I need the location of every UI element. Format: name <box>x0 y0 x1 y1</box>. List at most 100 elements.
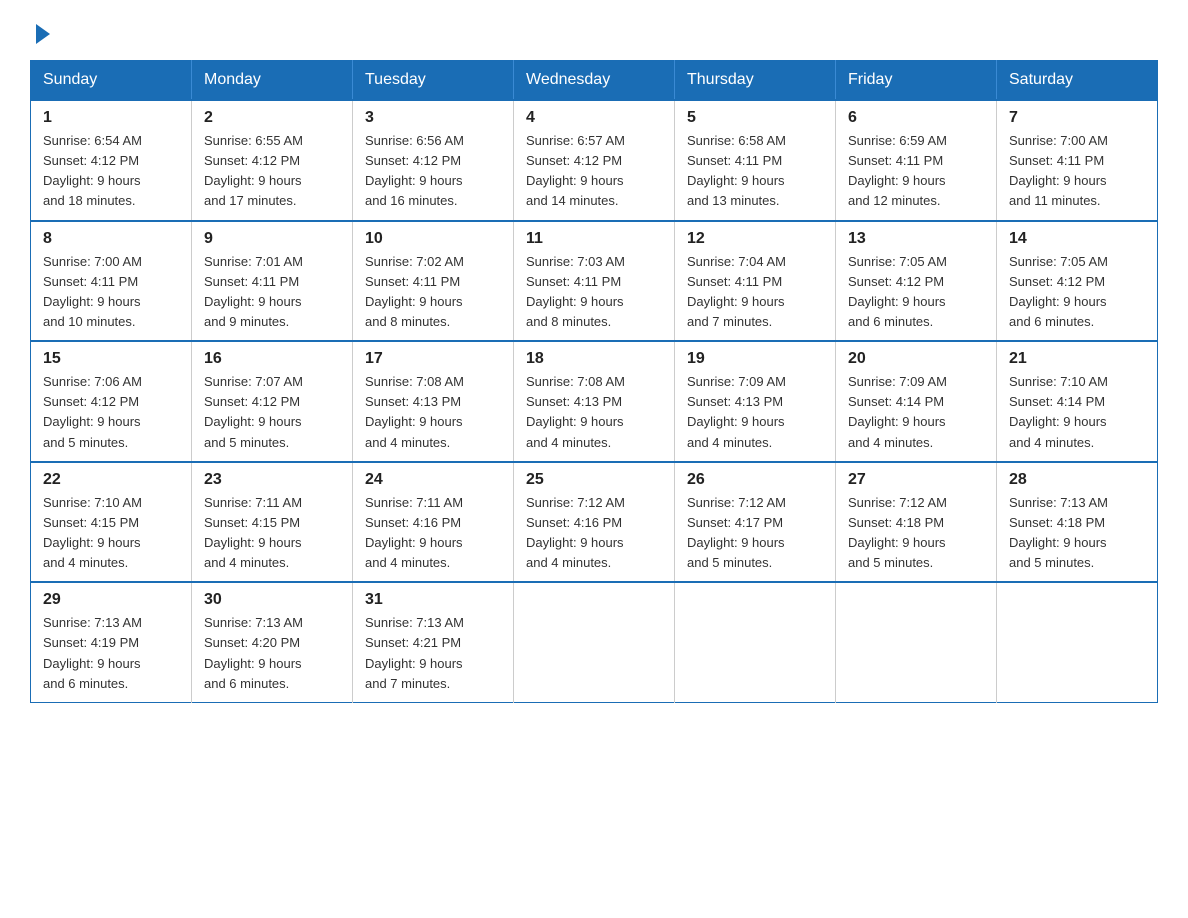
day-info: Sunrise: 7:00 AM Sunset: 4:11 PM Dayligh… <box>1009 131 1145 212</box>
day-info: Sunrise: 6:54 AM Sunset: 4:12 PM Dayligh… <box>43 131 179 212</box>
calendar-header: SundayMondayTuesdayWednesdayThursdayFrid… <box>31 61 1158 101</box>
day-info: Sunrise: 7:13 AM Sunset: 4:21 PM Dayligh… <box>365 613 501 694</box>
day-number: 29 <box>43 591 179 609</box>
week-row-5: 29 Sunrise: 7:13 AM Sunset: 4:19 PM Dayl… <box>31 582 1158 702</box>
day-info: Sunrise: 7:13 AM Sunset: 4:19 PM Dayligh… <box>43 613 179 694</box>
week-row-1: 1 Sunrise: 6:54 AM Sunset: 4:12 PM Dayli… <box>31 100 1158 221</box>
day-number: 25 <box>526 471 662 489</box>
calendar-cell: 6 Sunrise: 6:59 AM Sunset: 4:11 PM Dayli… <box>836 100 997 221</box>
calendar-cell: 19 Sunrise: 7:09 AM Sunset: 4:13 PM Dayl… <box>675 341 836 462</box>
calendar-cell <box>836 582 997 702</box>
day-number: 6 <box>848 109 984 127</box>
day-info: Sunrise: 7:05 AM Sunset: 4:12 PM Dayligh… <box>848 252 984 333</box>
day-number: 16 <box>204 350 340 368</box>
calendar-cell: 13 Sunrise: 7:05 AM Sunset: 4:12 PM Dayl… <box>836 221 997 342</box>
day-info: Sunrise: 7:12 AM Sunset: 4:18 PM Dayligh… <box>848 493 984 574</box>
day-info: Sunrise: 7:08 AM Sunset: 4:13 PM Dayligh… <box>526 372 662 453</box>
day-info: Sunrise: 7:05 AM Sunset: 4:12 PM Dayligh… <box>1009 252 1145 333</box>
day-number: 31 <box>365 591 501 609</box>
calendar-cell: 23 Sunrise: 7:11 AM Sunset: 4:15 PM Dayl… <box>192 462 353 583</box>
day-number: 2 <box>204 109 340 127</box>
day-number: 11 <box>526 230 662 248</box>
day-number: 19 <box>687 350 823 368</box>
calendar-cell: 9 Sunrise: 7:01 AM Sunset: 4:11 PM Dayli… <box>192 221 353 342</box>
day-number: 22 <box>43 471 179 489</box>
weekday-monday: Monday <box>192 61 353 101</box>
calendar-cell: 20 Sunrise: 7:09 AM Sunset: 4:14 PM Dayl… <box>836 341 997 462</box>
day-info: Sunrise: 6:55 AM Sunset: 4:12 PM Dayligh… <box>204 131 340 212</box>
calendar-cell: 4 Sunrise: 6:57 AM Sunset: 4:12 PM Dayli… <box>514 100 675 221</box>
day-number: 21 <box>1009 350 1145 368</box>
day-info: Sunrise: 7:13 AM Sunset: 4:20 PM Dayligh… <box>204 613 340 694</box>
day-number: 15 <box>43 350 179 368</box>
weekday-row: SundayMondayTuesdayWednesdayThursdayFrid… <box>31 61 1158 101</box>
calendar-cell: 7 Sunrise: 7:00 AM Sunset: 4:11 PM Dayli… <box>997 100 1158 221</box>
calendar-cell: 5 Sunrise: 6:58 AM Sunset: 4:11 PM Dayli… <box>675 100 836 221</box>
day-number: 26 <box>687 471 823 489</box>
calendar-cell: 28 Sunrise: 7:13 AM Sunset: 4:18 PM Dayl… <box>997 462 1158 583</box>
day-info: Sunrise: 7:08 AM Sunset: 4:13 PM Dayligh… <box>365 372 501 453</box>
day-info: Sunrise: 7:09 AM Sunset: 4:14 PM Dayligh… <box>848 372 984 453</box>
calendar-cell: 30 Sunrise: 7:13 AM Sunset: 4:20 PM Dayl… <box>192 582 353 702</box>
calendar-cell: 1 Sunrise: 6:54 AM Sunset: 4:12 PM Dayli… <box>31 100 192 221</box>
day-number: 28 <box>1009 471 1145 489</box>
day-number: 1 <box>43 109 179 127</box>
weekday-saturday: Saturday <box>997 61 1158 101</box>
day-number: 18 <box>526 350 662 368</box>
calendar-cell: 17 Sunrise: 7:08 AM Sunset: 4:13 PM Dayl… <box>353 341 514 462</box>
calendar-cell: 8 Sunrise: 7:00 AM Sunset: 4:11 PM Dayli… <box>31 221 192 342</box>
day-info: Sunrise: 6:59 AM Sunset: 4:11 PM Dayligh… <box>848 131 984 212</box>
day-info: Sunrise: 7:01 AM Sunset: 4:11 PM Dayligh… <box>204 252 340 333</box>
day-info: Sunrise: 7:11 AM Sunset: 4:15 PM Dayligh… <box>204 493 340 574</box>
calendar-cell: 18 Sunrise: 7:08 AM Sunset: 4:13 PM Dayl… <box>514 341 675 462</box>
logo-arrow-icon <box>36 24 50 44</box>
week-row-3: 15 Sunrise: 7:06 AM Sunset: 4:12 PM Dayl… <box>31 341 1158 462</box>
day-number: 20 <box>848 350 984 368</box>
day-info: Sunrise: 7:00 AM Sunset: 4:11 PM Dayligh… <box>43 252 179 333</box>
day-number: 30 <box>204 591 340 609</box>
day-info: Sunrise: 7:02 AM Sunset: 4:11 PM Dayligh… <box>365 252 501 333</box>
day-info: Sunrise: 6:57 AM Sunset: 4:12 PM Dayligh… <box>526 131 662 212</box>
day-info: Sunrise: 7:10 AM Sunset: 4:15 PM Dayligh… <box>43 493 179 574</box>
day-number: 17 <box>365 350 501 368</box>
day-info: Sunrise: 7:10 AM Sunset: 4:14 PM Dayligh… <box>1009 372 1145 453</box>
weekday-wednesday: Wednesday <box>514 61 675 101</box>
day-number: 24 <box>365 471 501 489</box>
calendar-cell: 14 Sunrise: 7:05 AM Sunset: 4:12 PM Dayl… <box>997 221 1158 342</box>
weekday-friday: Friday <box>836 61 997 101</box>
calendar-cell: 21 Sunrise: 7:10 AM Sunset: 4:14 PM Dayl… <box>997 341 1158 462</box>
page-header <box>30 20 1158 40</box>
day-number: 9 <box>204 230 340 248</box>
calendar-cell: 11 Sunrise: 7:03 AM Sunset: 4:11 PM Dayl… <box>514 221 675 342</box>
calendar-cell: 29 Sunrise: 7:13 AM Sunset: 4:19 PM Dayl… <box>31 582 192 702</box>
day-number: 3 <box>365 109 501 127</box>
day-info: Sunrise: 7:11 AM Sunset: 4:16 PM Dayligh… <box>365 493 501 574</box>
calendar-cell <box>997 582 1158 702</box>
day-number: 14 <box>1009 230 1145 248</box>
calendar-cell: 24 Sunrise: 7:11 AM Sunset: 4:16 PM Dayl… <box>353 462 514 583</box>
day-number: 4 <box>526 109 662 127</box>
day-number: 13 <box>848 230 984 248</box>
calendar-cell: 22 Sunrise: 7:10 AM Sunset: 4:15 PM Dayl… <box>31 462 192 583</box>
week-row-4: 22 Sunrise: 7:10 AM Sunset: 4:15 PM Dayl… <box>31 462 1158 583</box>
calendar-cell: 25 Sunrise: 7:12 AM Sunset: 4:16 PM Dayl… <box>514 462 675 583</box>
day-info: Sunrise: 7:13 AM Sunset: 4:18 PM Dayligh… <box>1009 493 1145 574</box>
day-info: Sunrise: 7:12 AM Sunset: 4:16 PM Dayligh… <box>526 493 662 574</box>
day-number: 12 <box>687 230 823 248</box>
day-info: Sunrise: 7:06 AM Sunset: 4:12 PM Dayligh… <box>43 372 179 453</box>
day-info: Sunrise: 7:09 AM Sunset: 4:13 PM Dayligh… <box>687 372 823 453</box>
weekday-sunday: Sunday <box>31 61 192 101</box>
calendar-cell: 12 Sunrise: 7:04 AM Sunset: 4:11 PM Dayl… <box>675 221 836 342</box>
day-number: 5 <box>687 109 823 127</box>
day-number: 8 <box>43 230 179 248</box>
calendar-body: 1 Sunrise: 6:54 AM Sunset: 4:12 PM Dayli… <box>31 100 1158 702</box>
day-info: Sunrise: 7:07 AM Sunset: 4:12 PM Dayligh… <box>204 372 340 453</box>
day-info: Sunrise: 7:12 AM Sunset: 4:17 PM Dayligh… <box>687 493 823 574</box>
calendar-cell: 16 Sunrise: 7:07 AM Sunset: 4:12 PM Dayl… <box>192 341 353 462</box>
calendar-cell <box>675 582 836 702</box>
day-info: Sunrise: 7:03 AM Sunset: 4:11 PM Dayligh… <box>526 252 662 333</box>
calendar-cell: 3 Sunrise: 6:56 AM Sunset: 4:12 PM Dayli… <box>353 100 514 221</box>
day-info: Sunrise: 7:04 AM Sunset: 4:11 PM Dayligh… <box>687 252 823 333</box>
calendar-cell: 26 Sunrise: 7:12 AM Sunset: 4:17 PM Dayl… <box>675 462 836 583</box>
calendar-cell: 10 Sunrise: 7:02 AM Sunset: 4:11 PM Dayl… <box>353 221 514 342</box>
